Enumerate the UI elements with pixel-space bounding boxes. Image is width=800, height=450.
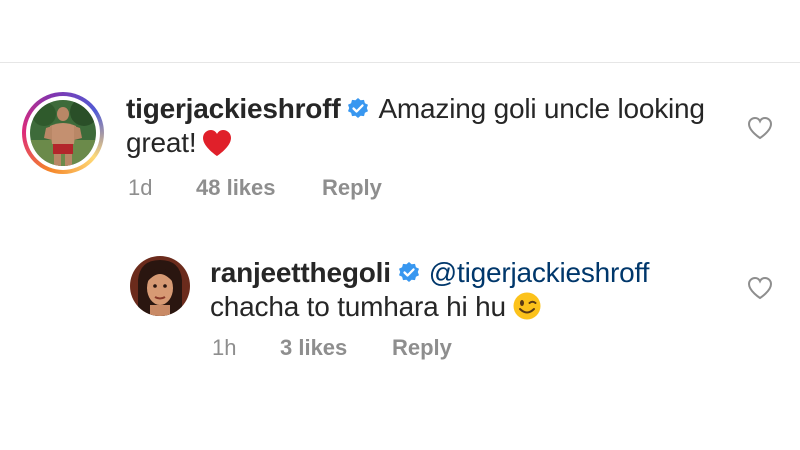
comment-1-line-2: great! (126, 126, 232, 165)
likes-count[interactable]: 3 likes (280, 335, 392, 361)
timestamp[interactable]: 1h (212, 335, 280, 361)
verified-badge-icon (346, 95, 370, 129)
verified-badge-icon (397, 259, 421, 293)
like-heart-icon[interactable] (747, 116, 773, 140)
comment-1-line-1: tigerjackieshroff Amazing goli uncle look… (126, 92, 705, 129)
winking-face-icon (512, 291, 542, 329)
comment-2-line-2: chacha to tumhara hi hu (210, 290, 542, 329)
username[interactable]: tigerjackieshroff (126, 93, 341, 124)
comment-text: Amazing goli uncle looking (378, 93, 705, 124)
avatar[interactable] (130, 256, 190, 316)
mention-link[interactable]: @tigerjackieshroff (429, 257, 650, 288)
red-heart-icon (202, 129, 232, 165)
comment-1-meta: 1d 48 likes Reply (128, 175, 382, 201)
reply-button[interactable]: Reply (392, 335, 452, 361)
comment-2-reply: ranjeetthegoli @tigerjackieshroff chacha … (0, 220, 800, 380)
comment-text-continued: great! (126, 127, 197, 158)
comment-2-meta: 1h 3 likes Reply (212, 335, 452, 361)
like-heart-icon[interactable] (747, 276, 773, 300)
avatar[interactable] (30, 100, 96, 166)
comment-1: tigerjackieshroff Amazing goli uncle look… (0, 0, 800, 220)
reply-button[interactable]: Reply (322, 175, 382, 201)
likes-count[interactable]: 48 likes (196, 175, 322, 201)
username[interactable]: ranjeetthegoli (210, 257, 391, 288)
comment-2-line-1: ranjeetthegoli @tigerjackieshroff (210, 256, 649, 293)
timestamp[interactable]: 1d (128, 175, 196, 201)
comment-text: chacha to tumhara hi hu (210, 291, 506, 322)
